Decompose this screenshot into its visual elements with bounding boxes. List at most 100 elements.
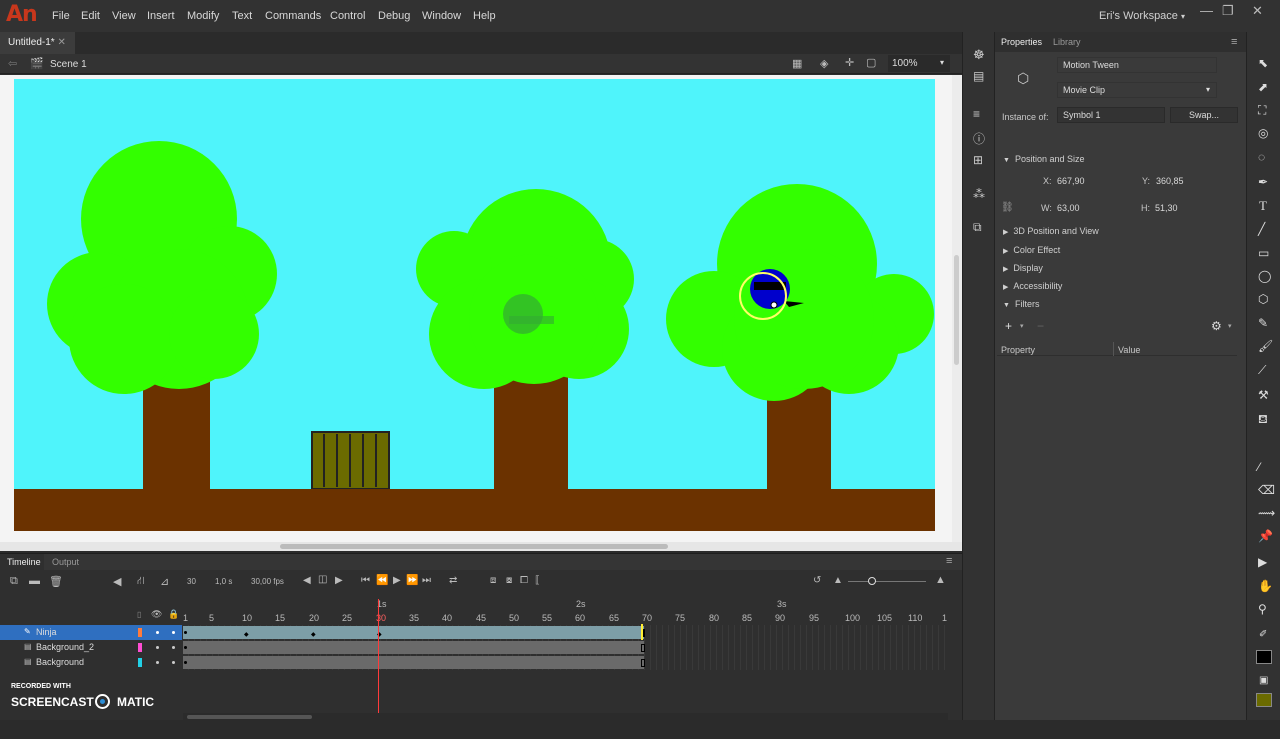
- insert-keyframe-icon[interactable]: ◫: [318, 574, 327, 585]
- new-folder-icon[interactable]: ▬: [29, 575, 40, 587]
- frames-hscroll-thumb[interactable]: [187, 715, 312, 719]
- y-value[interactable]: 360,85: [1156, 176, 1184, 186]
- close-tab-icon[interactable]: ✕: [57, 37, 65, 48]
- add-filter-icon[interactable]: +: [1005, 319, 1012, 333]
- clip-stage-icon[interactable]: ▢: [866, 56, 876, 69]
- bone-tool-icon[interactable]: ⚒: [1258, 388, 1269, 402]
- free-transform-icon[interactable]: ⛶: [1258, 103, 1266, 118]
- loop-icon[interactable]: ⇄: [449, 575, 457, 586]
- swap-button[interactable]: Swap...: [1170, 107, 1238, 123]
- chevron-down-icon[interactable]: ▾: [1020, 322, 1024, 330]
- stage[interactable]: [14, 79, 935, 531]
- onion-skin-icon[interactable]: ⧈: [490, 575, 496, 586]
- menu-window[interactable]: Window: [422, 10, 461, 22]
- keyframe[interactable]: [184, 646, 187, 649]
- w-value[interactable]: 63,00: [1057, 203, 1080, 213]
- lock-dot[interactable]: [172, 646, 175, 649]
- section-color-effect[interactable]: ▶ Color Effect: [1003, 245, 1060, 255]
- instance-name-field[interactable]: Motion Tween: [1057, 57, 1217, 73]
- keyframe[interactable]: [184, 661, 187, 664]
- motion-presets-icon[interactable]: ⧉: [973, 220, 982, 235]
- instance-behavior-select[interactable]: Movie Clip ▾: [1057, 82, 1217, 98]
- frame-span-bg[interactable]: [183, 656, 644, 669]
- camera-toggle-icon[interactable]: ◀: [113, 575, 121, 588]
- prev-keyframe-icon[interactable]: ◀: [303, 575, 311, 586]
- align-icon[interactable]: ≡: [973, 107, 980, 121]
- oval-tool-icon[interactable]: ◯: [1258, 269, 1271, 283]
- layer-depth-icon[interactable]: ⛙: [137, 575, 145, 589]
- zoom-out-icon[interactable]: ▲: [833, 575, 843, 586]
- paint-brush-icon[interactable]: 🖌: [1258, 339, 1273, 353]
- camera-icon[interactable]: ▶: [1258, 555, 1267, 569]
- edit-scene-icon[interactable]: ▦: [792, 57, 802, 70]
- menu-text[interactable]: Text: [232, 10, 252, 22]
- menu-insert[interactable]: Insert: [147, 10, 175, 22]
- h-value[interactable]: 51,30: [1155, 203, 1178, 213]
- lock-icon[interactable]: 🔒: [168, 609, 179, 620]
- keyframe[interactable]: [184, 631, 187, 634]
- close-window-icon[interactable]: ✕: [1252, 3, 1263, 19]
- zoom-tool-icon[interactable]: ⚲: [1258, 602, 1267, 616]
- back-arrow-icon[interactable]: ⇦: [8, 57, 17, 70]
- layer-color-swatch[interactable]: [138, 658, 142, 667]
- menu-control[interactable]: Control: [330, 10, 365, 22]
- motion-tween-span[interactable]: [183, 626, 644, 639]
- line-tool-icon[interactable]: ╱: [1258, 222, 1265, 236]
- hscroll-thumb[interactable]: [280, 544, 668, 549]
- tab-output[interactable]: Output: [52, 557, 79, 567]
- playhead[interactable]: [378, 599, 379, 721]
- menu-modify[interactable]: Modify: [187, 10, 219, 22]
- transform-icon[interactable]: ⊞: [973, 153, 983, 167]
- subselection-tool-icon[interactable]: ⬈: [1258, 80, 1268, 94]
- info-icon[interactable]: ⓘ: [973, 130, 985, 147]
- menu-file[interactable]: File: [52, 10, 70, 22]
- menu-edit[interactable]: Edit: [81, 10, 100, 22]
- stage-area[interactable]: [0, 75, 962, 551]
- document-tab[interactable]: Untitled-1* ✕: [0, 32, 75, 54]
- next-keyframe-icon[interactable]: ▶: [335, 575, 343, 586]
- eye-icon[interactable]: 👁: [151, 609, 162, 620]
- new-layer-icon[interactable]: ⧉: [10, 575, 18, 588]
- x-value[interactable]: 667,90: [1057, 176, 1085, 186]
- library-panel-icon[interactable]: ▤: [973, 69, 984, 83]
- 3d-rotation-icon[interactable]: ◎: [1258, 126, 1268, 140]
- frame-rate[interactable]: 30,00 fps: [251, 577, 284, 586]
- section-filters[interactable]: ▼ Filters: [1003, 299, 1039, 309]
- edit-multiple-icon[interactable]: ⧠: [520, 575, 528, 586]
- eyedropper-icon[interactable]: ⁄: [1258, 460, 1260, 474]
- fill-color-swatch[interactable]: [1256, 693, 1272, 707]
- pin-icon[interactable]: 📌: [1258, 529, 1273, 543]
- pencil-tool-icon[interactable]: ✎: [1258, 316, 1268, 330]
- zoom-in-icon[interactable]: ▲: [935, 574, 946, 586]
- layer-row-background-2[interactable]: ▤ Background_2: [0, 640, 182, 655]
- delete-layer-icon[interactable]: 🗑: [49, 575, 63, 588]
- link-icon[interactable]: ⛓: [1001, 202, 1014, 213]
- current-frame[interactable]: 30: [187, 577, 196, 586]
- visible-dot[interactable]: [156, 646, 159, 649]
- end-frame[interactable]: [641, 659, 645, 667]
- section-accessibility[interactable]: ▶ Accessibility: [1003, 281, 1062, 291]
- layer-color-swatch[interactable]: [138, 643, 142, 652]
- pen-tool-icon[interactable]: ✒: [1258, 175, 1268, 189]
- paint-bucket-icon[interactable]: ⛾: [1258, 412, 1268, 428]
- eraser-icon[interactable]: ⌫: [1258, 483, 1275, 497]
- edit-symbols-icon[interactable]: ◈: [820, 57, 828, 70]
- go-to-first-icon[interactable]: ⏮: [361, 575, 370, 586]
- step-back-icon[interactable]: ⏪: [376, 575, 388, 586]
- layer-row-ninja[interactable]: ✎ Ninja: [0, 625, 182, 640]
- tab-timeline[interactable]: Timeline: [7, 557, 41, 567]
- chevron-down-icon[interactable]: ▾: [1228, 322, 1232, 330]
- menu-commands[interactable]: Commands: [265, 10, 321, 22]
- remove-filter-icon[interactable]: −: [1037, 319, 1044, 333]
- panel-menu-icon[interactable]: ≡: [946, 555, 952, 567]
- vscroll-thumb[interactable]: [954, 255, 959, 365]
- section-position-size[interactable]: ▼ Position and Size: [1003, 154, 1085, 164]
- layer-highlight-icon[interactable]: ▯: [137, 610, 141, 619]
- timeline-zoom-thumb[interactable]: [868, 577, 876, 585]
- polystar-tool-icon[interactable]: ⬡: [1258, 292, 1268, 306]
- components-icon[interactable]: ⁂: [973, 187, 985, 201]
- zoom-select[interactable]: 100% ▾: [888, 55, 950, 72]
- menu-debug[interactable]: Debug: [378, 10, 410, 22]
- workspace-switcher[interactable]: Eri's Workspace ▾: [1099, 10, 1185, 22]
- tab-library[interactable]: Library: [1053, 37, 1081, 47]
